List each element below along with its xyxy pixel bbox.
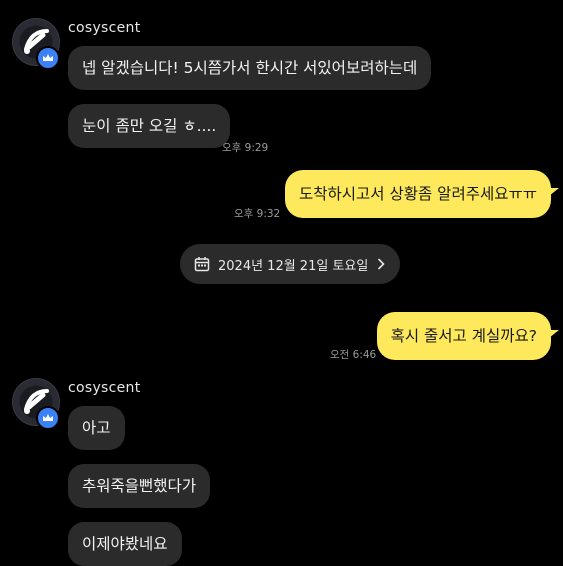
message-bubble-outgoing[interactable]: 도착하시고서 상황좀 알려주세요ㅠㅠ — [284, 170, 551, 218]
message-bubble[interactable]: 이제야봤네요 — [68, 522, 182, 566]
message-bubble-outgoing[interactable]: 혹시 줄서고 계실까요? — [376, 312, 551, 360]
crown-badge — [36, 46, 60, 70]
message-bubble[interactable]: 추워죽을뻔했다가 — [68, 464, 211, 508]
sender-name: cosyscent — [68, 380, 141, 396]
message-bubble[interactable]: 아고 — [68, 406, 125, 450]
chevron-right-icon — [378, 258, 385, 270]
message-bubble[interactable]: 넵 알겠습니다! 5시쯤가서 한시간 서있어보려하는데 — [68, 46, 432, 90]
calendar-icon — [194, 257, 210, 272]
message-bubble[interactable]: 눈이 좀만 오길 ㅎ.... — [68, 104, 231, 148]
message-time: 오후 9:32 — [234, 208, 281, 220]
date-divider-label: 2024년 12월 21일 토요일 — [218, 258, 369, 274]
crown-icon — [43, 54, 53, 61]
bubble-tail — [549, 330, 559, 338]
sender-name: cosyscent — [68, 20, 141, 36]
crown-icon — [43, 414, 53, 421]
crown-badge — [36, 406, 60, 430]
message-time: 오전 6:46 — [330, 349, 377, 361]
bubble-tail — [549, 188, 559, 196]
message-time: 오후 9:29 — [222, 142, 269, 154]
date-divider[interactable]: 2024년 12월 21일 토요일 — [180, 244, 401, 284]
